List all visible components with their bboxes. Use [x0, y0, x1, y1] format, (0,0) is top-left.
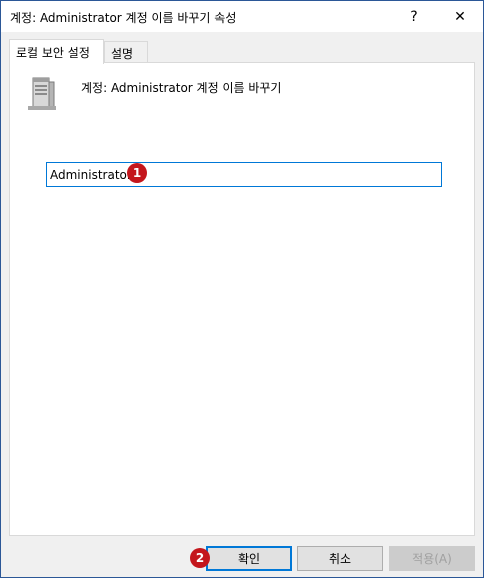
tab-local-security-setting[interactable]: 로컬 보안 설정	[9, 39, 104, 64]
help-icon: ?	[410, 8, 418, 25]
title-bar: 계정: Administrator 계정 이름 바꾸기 속성 ? ✕	[1, 1, 483, 32]
apply-button[interactable]: 적용(A)	[389, 546, 475, 571]
policy-heading: 계정: Administrator 계정 이름 바꾸기	[81, 81, 282, 95]
close-icon: ✕	[454, 8, 466, 25]
tab-explain[interactable]: 설명	[104, 41, 148, 63]
window-title: 계정: Administrator 계정 이름 바꾸기 속성	[10, 11, 237, 25]
tab-panel: 계정: Administrator 계정 이름 바꾸기	[9, 62, 475, 536]
server-icon	[28, 77, 56, 110]
close-button[interactable]: ✕	[437, 1, 483, 32]
step-marker-2: 2	[190, 548, 210, 568]
cancel-button[interactable]: 취소	[297, 546, 383, 571]
properties-dialog: 계정: Administrator 계정 이름 바꾸기 속성 ? ✕ 로컬 보안…	[0, 0, 484, 578]
help-button[interactable]: ?	[391, 1, 437, 32]
step-marker-1: 1	[127, 163, 147, 183]
account-name-input[interactable]	[46, 162, 442, 187]
ok-button[interactable]: 확인	[206, 546, 292, 571]
